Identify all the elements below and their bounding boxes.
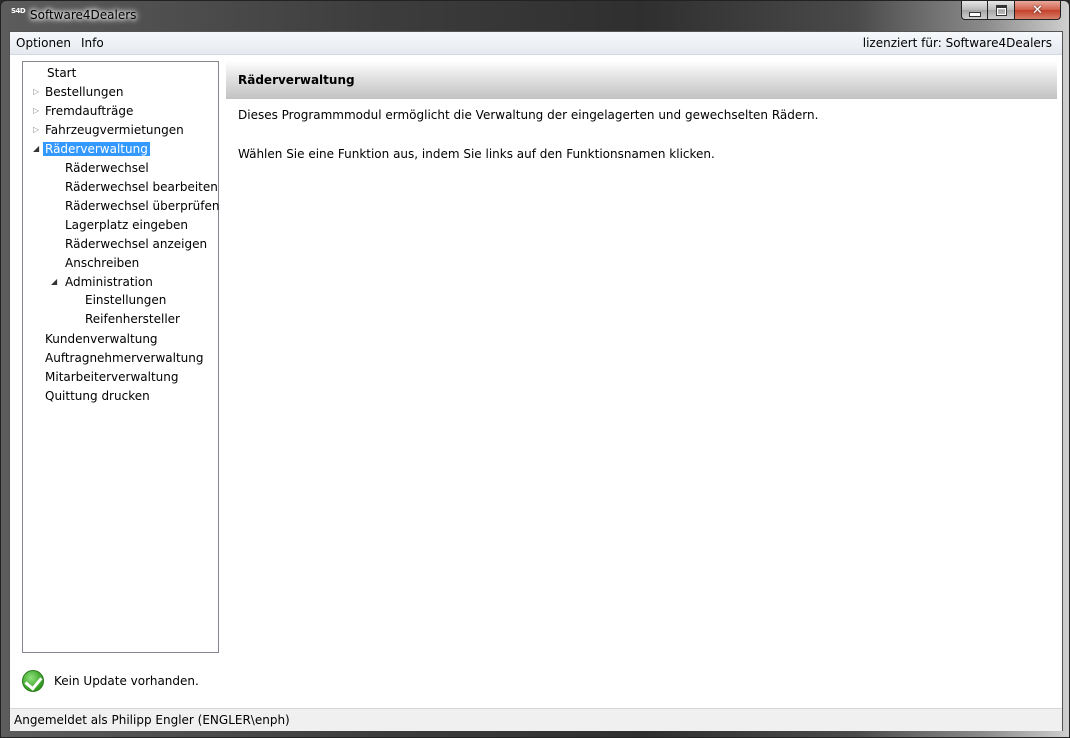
- tree-item-raederverwaltung[interactable]: ◢ Räderverwaltung: [33, 140, 150, 158]
- tree-item-label: Reifenhersteller: [85, 312, 180, 326]
- tree-item-label: Administration: [65, 275, 153, 289]
- tree-item-label: Start: [47, 66, 77, 80]
- menu-optionen[interactable]: Optionen: [16, 36, 71, 50]
- instruction-text: Wählen Sie eine Funktion aus, indem Sie …: [238, 147, 715, 161]
- tree-item-label: Fremdaufträge: [45, 104, 134, 118]
- maximize-button[interactable]: [988, 1, 1015, 20]
- page-title: Räderverwaltung: [238, 73, 355, 87]
- tree-item-auftragnehmerverwaltung[interactable]: Auftragnehmerverwaltung: [43, 349, 206, 367]
- tree-item-label: Kundenverwaltung: [45, 332, 158, 346]
- minimize-icon: [968, 11, 981, 17]
- tree-item-raederwechsel-bearbeiten[interactable]: Räderwechsel bearbeiten: [63, 178, 220, 196]
- minimize-button[interactable]: [961, 1, 988, 20]
- window-controls: ✕: [961, 1, 1061, 21]
- tree-item-bestellungen[interactable]: ▷ Bestellungen: [33, 83, 125, 101]
- title-bar[interactable]: S4D Software4Dealers ✕: [1, 1, 1069, 31]
- tree-item-raederwechsel-anzeigen[interactable]: Räderwechsel anzeigen: [63, 235, 209, 253]
- login-status-text: Angemeldet als Philipp Engler (ENGLER\en…: [14, 713, 290, 727]
- tree-item-kundenverwaltung[interactable]: Kundenverwaltung: [43, 330, 160, 348]
- tree-item-raederwechsel-ueberpruefen[interactable]: Räderwechsel überprüfen: [63, 197, 221, 215]
- maximize-icon: [995, 4, 1007, 16]
- tree-item-einstellungen[interactable]: Einstellungen: [83, 291, 168, 309]
- collapse-arrow-icon[interactable]: ◢: [33, 140, 39, 158]
- expand-arrow-icon[interactable]: ▷: [33, 121, 39, 139]
- navigation-tree[interactable]: Start ▷ Bestellungen ▷ Fremdaufträge ▷ F…: [22, 61, 219, 653]
- status-bar: Angemeldet als Philipp Engler (ENGLER\en…: [10, 708, 1062, 731]
- menu-bar: Optionen Info lizenziert für: Software4D…: [10, 32, 1062, 55]
- tree-item-label: Mitarbeiterverwaltung: [45, 370, 179, 384]
- collapse-arrow-icon[interactable]: ◢: [51, 273, 57, 291]
- tree-item-label: Quittung drucken: [45, 389, 150, 403]
- tree-item-fremdauftraege[interactable]: ▷ Fremdaufträge: [33, 102, 135, 120]
- description-text: Dieses Programmmodul ermöglicht die Verw…: [238, 108, 819, 122]
- menu-info[interactable]: Info: [81, 36, 104, 50]
- tree-item-label: Räderwechsel überprüfen: [65, 199, 220, 213]
- close-button[interactable]: ✕: [1015, 1, 1061, 20]
- tree-item-administration[interactable]: ◢ Administration: [51, 273, 155, 291]
- tree-item-label: Räderwechsel: [65, 161, 149, 175]
- tree-item-quittung-drucken[interactable]: Quittung drucken: [43, 387, 152, 405]
- tree-item-label: Einstellungen: [85, 293, 167, 307]
- tree-item-mitarbeiterverwaltung[interactable]: Mitarbeiterverwaltung: [43, 368, 181, 386]
- tree-item-label: Lagerplatz eingeben: [65, 218, 189, 232]
- application-window: S4D Software4Dealers ✕ Optionen Info liz…: [0, 0, 1070, 738]
- tree-item-fahrzeugvermietungen[interactable]: ▷ Fahrzeugvermietungen: [33, 121, 186, 139]
- checkmark-icon: [22, 670, 44, 692]
- content-panel: Räderverwaltung Dieses Programmmodul erm…: [226, 61, 1057, 682]
- tree-item-label: Auftragnehmerverwaltung: [45, 351, 204, 365]
- tree-item-start[interactable]: Start: [45, 64, 78, 82]
- tree-item-raederwechsel[interactable]: Räderwechsel: [63, 159, 151, 177]
- tree-item-label: Fahrzeugvermietungen: [45, 123, 184, 137]
- tree-item-label: Räderverwaltung: [43, 142, 150, 156]
- expand-arrow-icon[interactable]: ▷: [33, 83, 39, 101]
- content-header: Räderverwaltung: [226, 61, 1057, 99]
- tree-item-reifenhersteller[interactable]: Reifenhersteller: [83, 310, 182, 328]
- expand-arrow-icon[interactable]: ▷: [33, 102, 39, 120]
- close-icon: ✕: [1032, 2, 1043, 18]
- tree-item-label: Räderwechsel anzeigen: [65, 237, 208, 251]
- tree-item-label: Anschreiben: [65, 256, 140, 270]
- tree-item-label: Bestellungen: [45, 85, 124, 99]
- window-title: Software4Dealers: [30, 8, 137, 22]
- app-icon: S4D: [11, 7, 26, 15]
- license-text: lizenziert für: Software4Dealers: [862, 36, 1052, 50]
- client-area: Optionen Info lizenziert für: Software4D…: [9, 31, 1063, 731]
- update-status-text: Kein Update vorhanden.: [54, 674, 199, 688]
- tree-item-anschreiben[interactable]: Anschreiben: [63, 254, 141, 272]
- tree-item-lagerplatz-eingeben[interactable]: Lagerplatz eingeben: [63, 216, 190, 234]
- tree-item-label: Räderwechsel bearbeiten: [65, 180, 218, 194]
